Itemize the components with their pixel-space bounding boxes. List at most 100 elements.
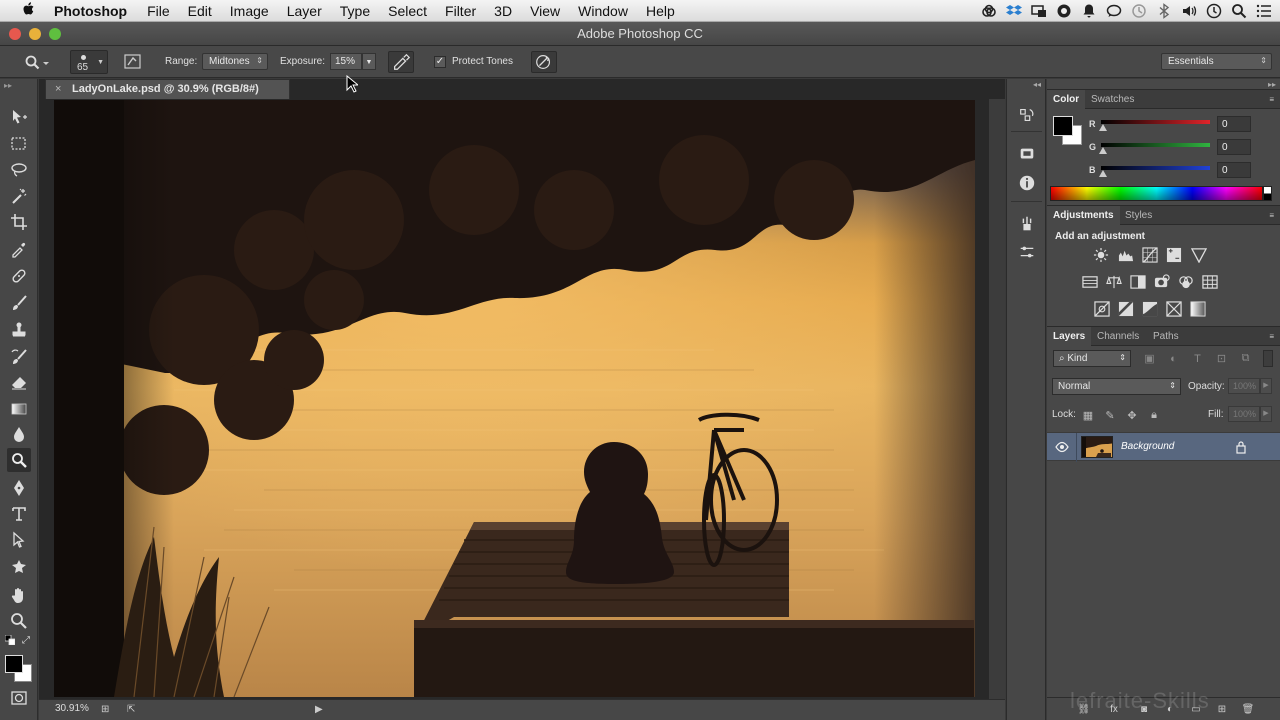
gradient-tool-icon[interactable] — [7, 397, 31, 421]
foreground-color-swatch[interactable] — [1053, 116, 1073, 136]
nvidia-icon[interactable] — [1056, 3, 1072, 19]
brush-presets-panel-icon[interactable] — [1017, 214, 1037, 234]
green-slider[interactable]: G 0 — [1089, 139, 1279, 159]
fill-input[interactable]: 100% — [1228, 406, 1260, 422]
eyedropper-tool-icon[interactable] — [7, 237, 31, 261]
filter-smart-object-icon[interactable]: ⧉ — [1239, 352, 1252, 365]
selective-color-icon[interactable] — [1165, 300, 1182, 317]
spotlight-icon[interactable] — [1231, 3, 1247, 19]
panel-menu-icon[interactable]: ≡ — [1269, 332, 1274, 341]
healing-brush-tool-icon[interactable] — [7, 264, 31, 288]
swap-colors-icon[interactable]: ⤢ — [22, 635, 34, 647]
menu-window[interactable]: Window — [578, 3, 628, 19]
magic-wand-tool-icon[interactable] — [7, 184, 31, 208]
lock-image-pixels-icon[interactable]: ✎ — [1103, 408, 1117, 422]
menu-layer[interactable]: Layer — [287, 3, 322, 19]
canvas-vertical-scrollbar[interactable] — [989, 99, 1005, 699]
trash-icon[interactable]: 🗑︎ — [1241, 703, 1255, 715]
notification-icon[interactable] — [1081, 3, 1097, 19]
chevron-right-icon[interactable]: ▶ — [1260, 406, 1272, 422]
crop-tool-icon[interactable] — [7, 210, 31, 234]
path-selection-tool-icon[interactable] — [7, 528, 31, 552]
airbrush-toggle-button[interactable] — [388, 51, 414, 73]
color-balance-icon[interactable] — [1105, 273, 1122, 290]
panel-collapse-icon[interactable]: ▸▸ — [1268, 80, 1276, 89]
exposure-icon[interactable] — [1165, 246, 1182, 263]
chevron-right-icon[interactable]: ▶ — [1260, 378, 1272, 394]
messages-icon[interactable] — [1106, 3, 1122, 19]
creative-cloud-icon[interactable] — [981, 3, 997, 19]
info-panel-icon[interactable] — [1017, 173, 1037, 193]
panel-menu-icon[interactable]: ≡ — [1269, 95, 1274, 104]
sponge-tool-icon[interactable] — [7, 448, 31, 472]
brush-panel-icon[interactable] — [1017, 242, 1037, 262]
hue-saturation-icon[interactable] — [1081, 273, 1098, 290]
move-tool-icon[interactable] — [7, 105, 31, 129]
range-select[interactable]: Midtones ⇕ — [202, 53, 268, 70]
black-white-ramp[interactable] — [1263, 186, 1272, 201]
brush-tool-icon[interactable] — [7, 291, 31, 315]
document-tab[interactable]: × LadyOnLake.psd @ 30.9% (RGB/8#) — [45, 79, 290, 99]
layer-filter-type-select[interactable]: ⌕ Kind ⇕ — [1053, 350, 1131, 367]
tab-paths[interactable]: Paths — [1147, 327, 1185, 346]
menu-edit[interactable]: Edit — [188, 3, 212, 19]
tab-swatches[interactable]: Swatches — [1085, 90, 1140, 109]
new-layer-icon[interactable]: ⊞ — [1215, 703, 1229, 715]
menu-help[interactable]: Help — [646, 3, 675, 19]
clock-icon[interactable] — [1206, 3, 1222, 19]
screen-mirror-icon[interactable] — [1031, 3, 1047, 19]
blue-slider[interactable]: B 0 — [1089, 162, 1279, 182]
red-value[interactable]: 0 — [1217, 116, 1251, 132]
lasso-tool-icon[interactable] — [7, 158, 31, 182]
filter-pixel-icon[interactable]: ▣ — [1143, 352, 1156, 365]
eye-icon[interactable] — [1055, 440, 1069, 454]
green-value[interactable]: 0 — [1217, 139, 1251, 155]
green-slider-knob[interactable] — [1099, 147, 1107, 154]
workspace-switcher[interactable]: Essentials ⇕ — [1161, 53, 1272, 70]
dropbox-icon[interactable] — [1006, 3, 1022, 19]
blend-mode-select[interactable]: Normal ⇕ — [1052, 378, 1181, 395]
close-icon[interactable]: × — [55, 83, 61, 95]
blue-track[interactable] — [1101, 166, 1210, 170]
tablet-pressure-button[interactable] — [531, 51, 557, 73]
invert-icon[interactable] — [1093, 300, 1110, 317]
foreground-color-swatch[interactable] — [5, 655, 23, 673]
lock-all-icon[interactable]: 🔒︎ — [1147, 408, 1161, 422]
apple-menu-icon[interactable] — [18, 1, 40, 21]
eraser-tool-icon[interactable] — [7, 370, 31, 394]
tool-preset-picker[interactable] — [22, 53, 52, 71]
filter-adjustment-icon[interactable]: ◐ — [1167, 352, 1180, 365]
photo-filter-icon[interactable] — [1153, 273, 1170, 290]
menu-3d[interactable]: 3D — [494, 3, 512, 19]
bluetooth-icon[interactable] — [1156, 3, 1172, 19]
menu-filter[interactable]: Filter — [445, 3, 476, 19]
protect-tones-checkbox[interactable]: ✓ — [434, 56, 446, 68]
green-track[interactable] — [1101, 143, 1210, 147]
levels-icon[interactable] — [1117, 246, 1134, 263]
brightness-contrast-icon[interactable] — [1092, 246, 1109, 263]
brush-panel-toggle-button[interactable] — [122, 52, 144, 72]
brush-preset-picker[interactable]: 65 ▼ — [70, 50, 108, 74]
volume-icon[interactable] — [1181, 3, 1197, 19]
filter-shape-icon[interactable]: ⊡ — [1215, 352, 1228, 365]
curves-icon[interactable] — [1141, 246, 1158, 263]
pen-tool-icon[interactable] — [7, 476, 31, 500]
panel-menu-icon[interactable]: ≡ — [1269, 211, 1274, 220]
panel-collapse-icon[interactable]: ▸▸ — [4, 81, 12, 90]
exposure-input[interactable]: 15% — [330, 53, 362, 70]
menu-select[interactable]: Select — [388, 3, 427, 19]
menu-view[interactable]: View — [530, 3, 560, 19]
gradient-map-icon[interactable] — [1189, 300, 1206, 317]
blue-value[interactable]: 0 — [1217, 162, 1251, 178]
properties-panel-icon[interactable] — [1017, 144, 1037, 164]
lock-transparent-pixels-icon[interactable]: ▦ — [1081, 408, 1095, 422]
tab-layers[interactable]: Layers — [1047, 327, 1092, 346]
time-machine-icon[interactable] — [1131, 3, 1147, 19]
tab-styles[interactable]: Styles — [1119, 206, 1158, 225]
red-slider[interactable]: R 0 — [1089, 116, 1279, 136]
blue-slider-knob[interactable] — [1099, 170, 1107, 177]
layer-row-background[interactable]: Background — [1047, 432, 1280, 462]
channel-mixer-icon[interactable] — [1177, 273, 1194, 290]
quick-mask-icon[interactable] — [7, 686, 31, 710]
blur-tool-icon[interactable] — [7, 422, 31, 446]
